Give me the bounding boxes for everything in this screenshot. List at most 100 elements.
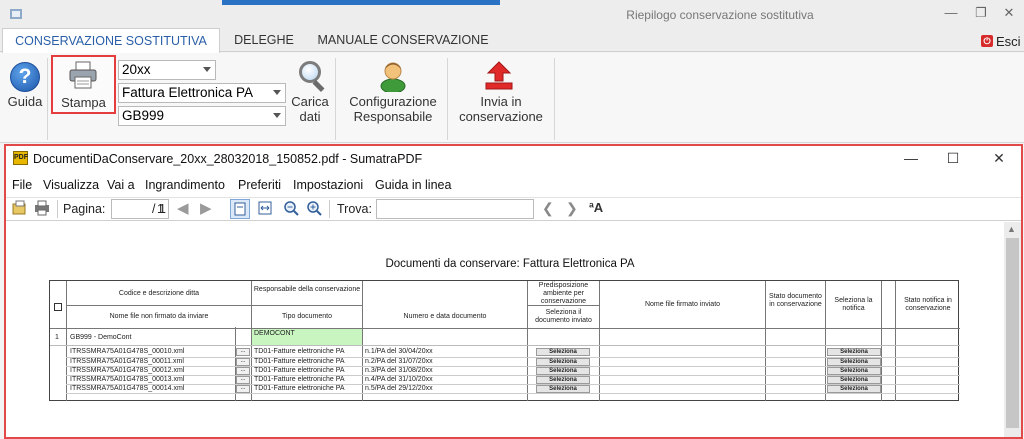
seleziona-notifica-button[interactable]: Seleziona	[827, 358, 881, 366]
seleziona-doc-button[interactable]: Seleziona	[536, 376, 590, 384]
fit-page-icon	[234, 202, 246, 216]
search-icon[interactable]	[299, 61, 321, 83]
carica-dati-button[interactable]: Carica dati	[288, 94, 332, 124]
seleziona-notifica-button[interactable]: Seleziona	[827, 376, 881, 384]
find-next-icon[interactable]: ❯	[566, 200, 578, 217]
pdf-minimize-icon[interactable]: —	[900, 150, 922, 166]
pdf-menu-bar: File Visualizza Vai a Ingrandimento Pref…	[6, 176, 1021, 196]
menu-ingrandimento[interactable]: Ingrandimento	[145, 178, 225, 192]
prev-page-icon[interactable]: ◀	[177, 199, 189, 217]
menu-visualizza[interactable]: Visualizza	[43, 178, 99, 192]
pagina-label: Pagina:	[63, 202, 106, 216]
minimize-icon[interactable]: —	[940, 4, 962, 22]
close-icon[interactable]: ✕	[998, 4, 1020, 22]
seleziona-notifica-button[interactable]: Seleziona	[827, 385, 881, 393]
header-predisposizione: Predisposizione ambiente per conservazio…	[538, 282, 589, 305]
tab-deleghe[interactable]: DELEGHE	[226, 28, 302, 53]
seleziona-notifica-button[interactable]: Seleziona	[827, 348, 881, 356]
config-label-2: Responsabile	[353, 109, 433, 124]
scrollbar-thumb[interactable]	[1006, 238, 1019, 428]
header-nome-file: Nome file non firmato da inviare	[109, 313, 209, 320]
row-tipo: TD01-Fatture elettroniche PA	[254, 348, 345, 355]
menu-vai-a[interactable]: Vai a	[107, 178, 135, 192]
header-nome-firmato: Nome file firmato inviato	[644, 301, 721, 308]
row-numero: n.5/PA del 29/12/20xx	[365, 385, 433, 392]
browse-button[interactable]: ...	[236, 348, 250, 356]
row-tipo: TD01-Fatture elettroniche PA	[254, 385, 345, 392]
header-tipo: Tipo documento	[282, 313, 332, 320]
row-tipo: TD01-Fatture elettroniche PA	[254, 358, 345, 365]
menu-guida-in-linea[interactable]: Guida in linea	[375, 178, 451, 192]
exit-icon[interactable]: ⏻	[981, 35, 993, 47]
doc-type-select[interactable]: Fattura Elettronica PA	[118, 83, 286, 103]
restore-icon[interactable]: ❐	[970, 4, 992, 22]
seleziona-notifica-button[interactable]: Seleziona	[827, 367, 881, 375]
pdf-maximize-icon[interactable]: ☐	[942, 150, 964, 167]
pdf-close-icon[interactable]: ✕	[988, 150, 1010, 167]
tab-conservazione[interactable]: CONSERVAZIONE SOSTITUTIVA	[2, 28, 220, 53]
open-folder-icon[interactable]	[12, 200, 28, 216]
year-value: 20xx	[122, 62, 151, 77]
menu-file[interactable]: File	[12, 178, 32, 192]
row-tipo: TD01-Fatture elettroniche PA	[254, 376, 345, 383]
year-select[interactable]: 20xx	[118, 60, 216, 80]
browse-button[interactable]: ...	[236, 376, 250, 384]
user-icon[interactable]	[379, 60, 407, 92]
match-case-icon[interactable]: ªA	[589, 200, 603, 215]
company-select[interactable]: GB999	[118, 106, 286, 126]
row-file: ITRSSMRA75A01G478S_00010.xml	[70, 348, 185, 355]
menu-preferiti[interactable]: Preferiti	[238, 178, 281, 192]
seleziona-doc-button[interactable]: Seleziona	[536, 358, 590, 366]
ribbon-separator	[447, 58, 448, 140]
config-label-1: Configurazione	[349, 94, 437, 109]
chevron-down-icon	[203, 67, 211, 72]
header-numero: Numero e data documento	[403, 313, 487, 320]
menu-impostazioni[interactable]: Impostazioni	[293, 178, 363, 192]
page-total: / 1	[152, 202, 166, 216]
seleziona-doc-button[interactable]: Seleziona	[536, 348, 590, 356]
help-icon[interactable]: ?	[10, 62, 40, 92]
find-prev-icon[interactable]: ❮	[542, 200, 554, 217]
tab-manuale[interactable]: MANUALE CONSERVAZIONE	[308, 28, 498, 53]
upload-icon[interactable]	[484, 61, 514, 91]
exit-button[interactable]: Esci	[996, 34, 1021, 49]
chevron-down-icon	[273, 90, 281, 95]
ribbon-separator	[554, 58, 555, 140]
header-seleziona-doc: Seleziona il documento inviato	[535, 309, 592, 324]
fit-width-icon[interactable]	[257, 200, 273, 216]
app-icon	[10, 9, 22, 19]
row-file: ITRSSMRA75A01G478S_00013.xml	[70, 376, 185, 383]
find-input[interactable]	[376, 199, 534, 219]
print-icon[interactable]	[34, 200, 50, 216]
toolbar-separator	[329, 200, 330, 218]
next-page-icon[interactable]: ▶	[200, 199, 212, 217]
row-numero: n.2/PA del 31/07/20xx	[365, 358, 433, 365]
printer-icon[interactable]	[68, 61, 98, 89]
doc-type-value: Fattura Elettronica PA	[122, 85, 254, 100]
ribbon-separator	[335, 58, 336, 140]
seleziona-doc-button[interactable]: Seleziona	[536, 367, 590, 375]
select-all-checkbox[interactable]	[54, 303, 62, 311]
configurazione-button[interactable]: Configurazione Responsabile	[340, 94, 446, 124]
header-responsabile: Responsabile della conservazione	[253, 286, 361, 293]
chevron-down-icon	[273, 113, 281, 118]
toolbar-separator	[57, 200, 58, 218]
carica-label-2: dati	[299, 109, 321, 124]
row-tipo: TD01-Fatture elettroniche PA	[254, 367, 345, 374]
browse-button[interactable]: ...	[236, 385, 250, 393]
header-seleziona-notifica: Seleziona la notifica	[834, 297, 873, 312]
guida-button[interactable]: Guida	[4, 94, 46, 109]
zoom-in-icon[interactable]	[306, 200, 322, 216]
pdf-window-title: DocumentiDaConservare_20xx_28032018_1508…	[33, 152, 423, 166]
seleziona-doc-button[interactable]: Seleziona	[536, 385, 590, 393]
invia-button[interactable]: Invia in conservazione	[451, 94, 551, 124]
scroll-up-icon[interactable]: ▲	[1007, 224, 1016, 234]
invia-label-2: conservazione	[459, 109, 543, 124]
zoom-out-icon[interactable]	[283, 200, 299, 216]
browse-button[interactable]: ...	[236, 367, 250, 375]
company-value: GB999	[122, 108, 165, 123]
group-responsabile: DEMOCONT	[254, 330, 295, 337]
title-accent-bar	[222, 0, 500, 5]
browse-button[interactable]: ...	[236, 358, 250, 366]
header-stato-doc: Stato documento in conservazione	[769, 293, 822, 308]
